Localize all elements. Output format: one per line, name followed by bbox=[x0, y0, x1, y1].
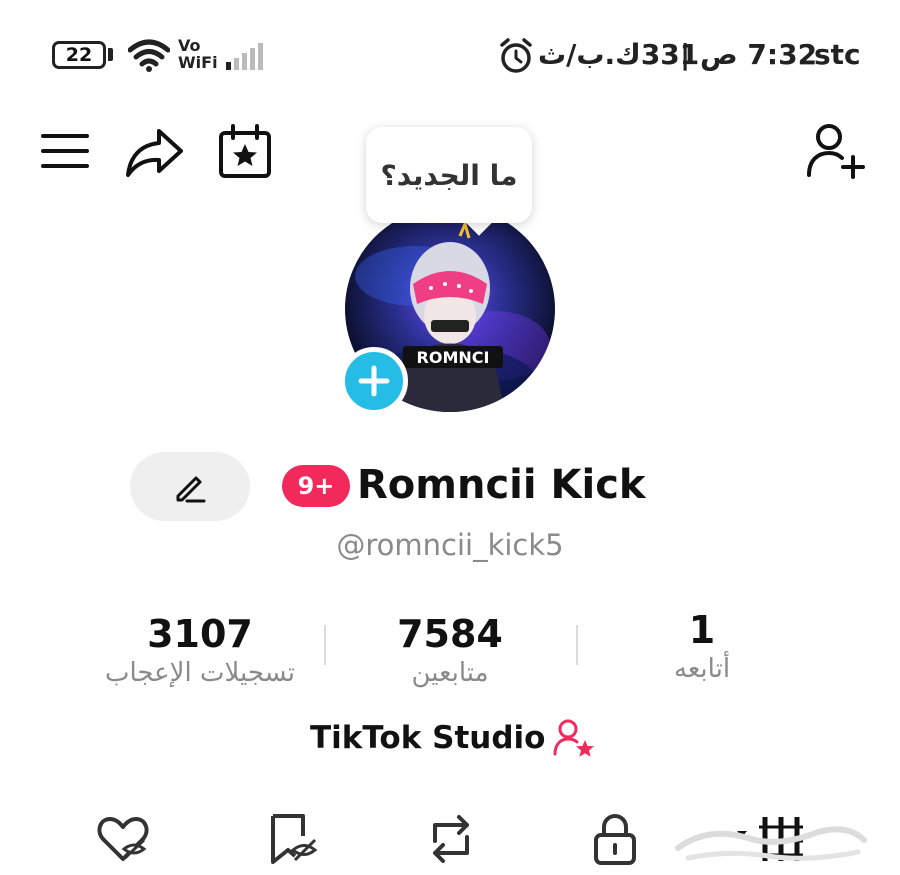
whats-new-bubble[interactable]: ما الجديد؟ bbox=[366, 127, 532, 223]
stat-divider bbox=[324, 625, 326, 665]
notification-badge[interactable]: 9+ bbox=[282, 465, 350, 507]
whats-new-text: ما الجديد؟ bbox=[380, 158, 518, 192]
stat-divider bbox=[576, 625, 578, 665]
wifi-icon bbox=[128, 39, 170, 72]
add-friend-button[interactable] bbox=[804, 122, 866, 180]
likes-label: تسجيلات الإعجاب bbox=[104, 658, 296, 688]
clock: 7:32 ص bbox=[700, 38, 818, 71]
add-friend-icon bbox=[807, 124, 865, 179]
notification-count: 9+ bbox=[297, 472, 335, 500]
share-icon bbox=[126, 129, 183, 177]
pencil-icon bbox=[176, 476, 206, 502]
status-bar: 22 Vo WiFi 331ك.ب/ث | 7:32 ص stc bbox=[0, 0, 900, 110]
following-label: أتابعه bbox=[673, 654, 731, 684]
stat-followers[interactable]: 7584 متابعين bbox=[330, 612, 570, 690]
stat-likes[interactable]: 3107 تسجيلات الإعجاب bbox=[80, 612, 320, 690]
stat-following[interactable]: 1 أتابعه bbox=[582, 608, 822, 686]
edit-profile-button[interactable] bbox=[130, 452, 250, 521]
tab-liked[interactable] bbox=[92, 808, 154, 870]
add-avatar-button[interactable] bbox=[340, 347, 408, 415]
tab-reposts[interactable] bbox=[420, 808, 482, 870]
vowifi-label: Vo WiFi bbox=[178, 37, 218, 71]
svg-text:ROMNCI: ROMNCI bbox=[417, 348, 490, 367]
tab-favorites[interactable] bbox=[262, 808, 324, 870]
followers-count: 7584 bbox=[397, 612, 503, 656]
creator-star-icon bbox=[553, 719, 595, 757]
tiktok-studio-link[interactable]: TikTok Studio bbox=[310, 718, 595, 758]
favorites-hidden-icon bbox=[271, 814, 318, 864]
liked-hidden-icon bbox=[97, 817, 149, 861]
followers-label: متابعين bbox=[411, 658, 489, 688]
studio-label: TikTok Studio bbox=[310, 720, 546, 756]
following-count: 1 bbox=[688, 608, 716, 652]
status-separator: | bbox=[680, 38, 691, 71]
calendar-button[interactable] bbox=[214, 122, 276, 182]
vowifi-wifi: WiFi bbox=[178, 53, 218, 72]
username: @romncii_kick5 bbox=[336, 528, 564, 562]
likes-count: 3107 bbox=[147, 612, 253, 656]
display-name: Romncii Kick bbox=[357, 462, 646, 508]
carrier-name: stc bbox=[814, 38, 861, 71]
network-speed: 331ك.ب/ث bbox=[538, 38, 700, 71]
battery-indicator: 22 bbox=[52, 41, 106, 69]
vowifi-vo: Vo bbox=[178, 36, 201, 55]
watermark bbox=[668, 818, 868, 872]
calendar-star-icon bbox=[219, 124, 271, 178]
plus-icon bbox=[358, 365, 390, 397]
battery-level: 22 bbox=[65, 44, 93, 66]
signal-icon bbox=[226, 43, 263, 70]
share-button[interactable] bbox=[122, 124, 186, 180]
repost-icon bbox=[433, 815, 469, 863]
tab-private[interactable] bbox=[586, 808, 644, 870]
menu-icon bbox=[41, 134, 89, 168]
lock-icon bbox=[594, 814, 636, 865]
battery-tip bbox=[108, 48, 113, 61]
watermark-logo bbox=[675, 826, 867, 861]
menu-button[interactable] bbox=[38, 128, 92, 174]
alarm-icon bbox=[500, 38, 532, 73]
